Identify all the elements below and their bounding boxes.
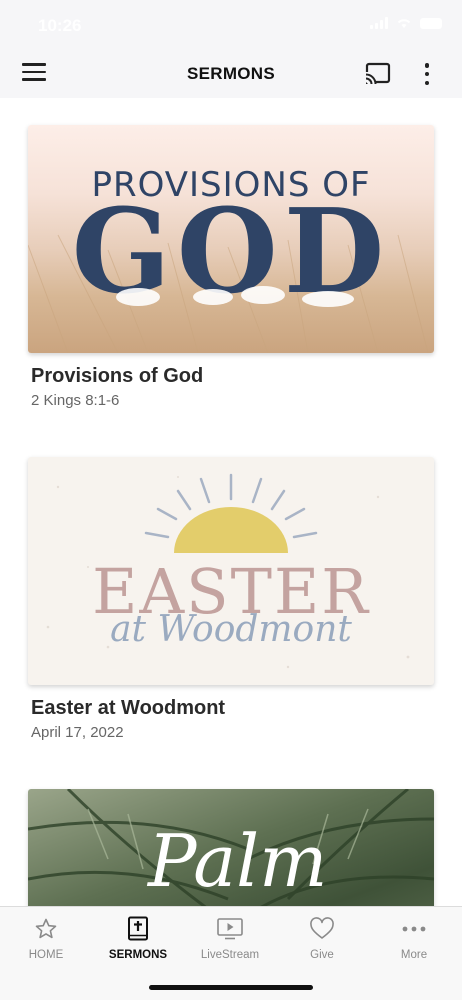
cast-icon[interactable]	[364, 62, 392, 86]
nav-label: Give	[310, 949, 334, 961]
status-bar: 10:26	[0, 0, 462, 48]
clouds-graphic	[116, 286, 354, 307]
nav-item-sermons[interactable]: SERMONS	[92, 915, 184, 961]
sermon-card-provisions-of-god[interactable]: PROVISIONS OF GOD Provisions of God 2 Ki…	[28, 125, 434, 409]
artwork-line2: at Woodmont	[110, 609, 352, 650]
battery-icon	[420, 17, 442, 29]
sermon-card-easter-at-woodmont[interactable]: EASTER at Woodmont Easter at Woodmont Ap…	[28, 457, 434, 741]
sermon-subtitle: 2 Kings 8:1-6	[31, 392, 120, 409]
sermon-title[interactable]: Easter at Woodmont	[31, 697, 434, 720]
artwork-line1: Palm	[148, 819, 328, 903]
video-play-icon	[217, 918, 243, 940]
more-vertical-icon[interactable]	[415, 60, 439, 88]
page-title: SERMONS	[186, 64, 276, 83]
status-time: 10:26	[38, 16, 82, 35]
sermon-subtitle: April 17, 2022	[31, 724, 124, 741]
sermon-list[interactable]: PROVISIONS OF GOD Provisions of God 2 Ki…	[0, 98, 462, 906]
nav-label: HOME	[28, 949, 64, 961]
more-horizontal-icon	[402, 926, 426, 932]
home-indicator[interactable]	[149, 985, 313, 990]
sermon-artwork[interactable]: EASTER at Woodmont	[28, 457, 434, 685]
nav-item-livestream[interactable]: LiveStream	[184, 915, 276, 961]
heart-icon	[310, 917, 334, 939]
status-icons	[370, 17, 442, 29]
nav-label: LiveStream	[200, 949, 260, 961]
nav-item-home[interactable]: HOME	[0, 915, 92, 961]
sermon-artwork[interactable]: Palm	[28, 789, 434, 906]
wifi-icon	[397, 19, 411, 28]
nav-item-more[interactable]: More	[368, 915, 460, 961]
nav-label: More	[400, 949, 428, 961]
nav-label: SERMONS	[108, 949, 168, 961]
cellular-signal-icon	[370, 17, 388, 29]
sermon-title[interactable]: Provisions of God	[31, 365, 434, 388]
nav-item-give[interactable]: Give	[276, 915, 368, 961]
sermon-card-palm[interactable]: Palm	[28, 789, 434, 906]
sermon-artwork[interactable]: PROVISIONS OF GOD	[28, 125, 434, 353]
app-bar: SERMONS	[0, 48, 462, 98]
star-icon	[35, 918, 57, 939]
bible-icon	[128, 916, 148, 941]
